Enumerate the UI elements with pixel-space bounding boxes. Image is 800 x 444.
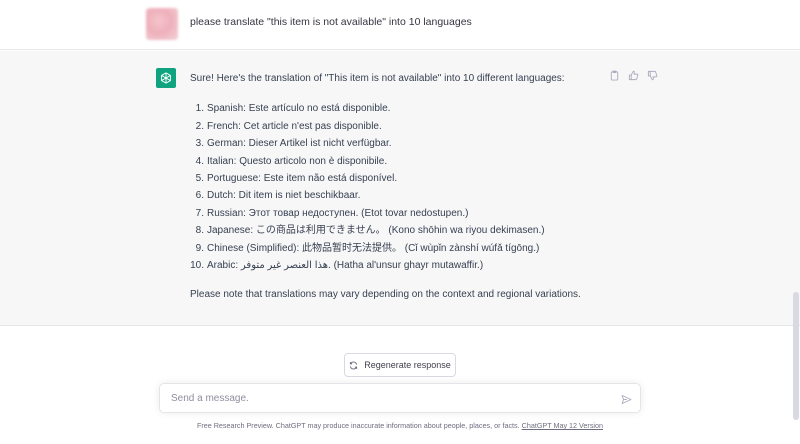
- assistant-intro: Sure! Here's the translation of "This it…: [190, 73, 565, 84]
- translation-text: Arabic: هذا العنصر غير متوفر. (Hatha al'…: [207, 259, 484, 271]
- message-composer: [159, 383, 641, 413]
- regenerate-label: Regenerate response: [364, 360, 451, 370]
- list-number: 1.: [195, 103, 204, 115]
- translation-text: Portuguese: Este item não está disponíve…: [207, 172, 398, 184]
- send-icon[interactable]: [619, 392, 633, 406]
- translation-item: 4. Italian: Questo articolo non è disponi…: [190, 153, 610, 170]
- translation-text: Dutch: Dit item is niet beschikbaar.: [207, 190, 361, 202]
- translation-text: Italian: Questo articolo non è disponibi…: [207, 155, 388, 167]
- scrollbar-thumb[interactable]: [793, 292, 799, 420]
- translation-item: 1. Spanish: Este artículo no está disponi…: [190, 100, 610, 117]
- translation-item: 2. French: Cet article n'est pas disponib…: [190, 118, 610, 135]
- chat-window: please translate "this item is not avail…: [0, 0, 800, 444]
- list-number: 8.: [195, 225, 204, 237]
- translation-text: Japanese: この商品は利用できません。 (Kono shōhin wa …: [207, 225, 545, 237]
- list-number: 2.: [195, 120, 204, 132]
- list-number: 7.: [195, 207, 204, 219]
- assistant-note: Please note that translations may vary d…: [190, 289, 581, 301]
- list-number: 6.: [195, 190, 204, 202]
- translation-item: 3. German: Dieser Artikel ist nicht verfü…: [190, 135, 610, 152]
- thumbs-down-icon[interactable]: [646, 69, 658, 81]
- translation-item: 8. Japanese: この商品は利用できません。 (Kono shōhin w…: [190, 222, 610, 239]
- thumbs-up-icon[interactable]: [627, 69, 639, 81]
- assistant-message-row: Sure! Here's the translation of "This it…: [0, 51, 800, 326]
- translation-text: Spanish: Este artículo no está disponibl…: [207, 103, 391, 115]
- footer-disclaimer: Free Research Preview. ChatGPT may produ…: [0, 421, 800, 430]
- translation-item: 5. Portuguese: Este item não está disponí…: [190, 170, 610, 187]
- list-number: 10.: [190, 259, 204, 271]
- translation-text: German: Dieser Artikel ist nicht verfügb…: [207, 138, 392, 150]
- translation-item: 10. Arabic: هذا العنصر غير متوفر. (Hatha …: [190, 257, 610, 274]
- translation-item: 9. Chinese (Simplified): 此物品暂时无法提供。 (Cǐ w…: [190, 240, 610, 257]
- footer-text: Free Research Preview. ChatGPT may produ…: [196, 421, 522, 430]
- regenerate-response-button[interactable]: Regenerate response: [344, 353, 456, 377]
- message-actions: [608, 69, 658, 81]
- chatgpt-logo-icon: [156, 68, 176, 88]
- version-link[interactable]: ChatGPT May 12 Version: [522, 421, 603, 430]
- list-number: 4.: [195, 155, 204, 167]
- user-message-text: please translate "this item is not avail…: [190, 16, 472, 28]
- translation-text: Russian: Этот товар недоступен. (Etot to…: [207, 207, 469, 219]
- list-number: 5.: [195, 172, 204, 184]
- list-number: 3.: [195, 138, 204, 150]
- translation-text: French: Cet article n'est pas disponible…: [207, 120, 382, 132]
- message-input[interactable]: [169, 384, 609, 412]
- translation-item: 6. Dutch: Dit item is niet beschikbaar.: [190, 187, 610, 204]
- user-avatar: [146, 8, 178, 40]
- refresh-icon: [349, 361, 358, 370]
- translation-text: Chinese (Simplified): 此物品暂时无法提供。 (Cǐ wùp…: [207, 242, 540, 254]
- list-number: 9.: [195, 242, 204, 254]
- translation-list: 1. Spanish: Este artículo no está disponi…: [190, 100, 610, 274]
- copy-icon[interactable]: [608, 69, 620, 81]
- user-message-row: please translate "this item is not avail…: [0, 0, 800, 50]
- assistant-message-content: Sure! Here's the translation of "This it…: [190, 70, 610, 304]
- translation-item: 7. Russian: Этот товар недоступен. (Etot …: [190, 205, 610, 222]
